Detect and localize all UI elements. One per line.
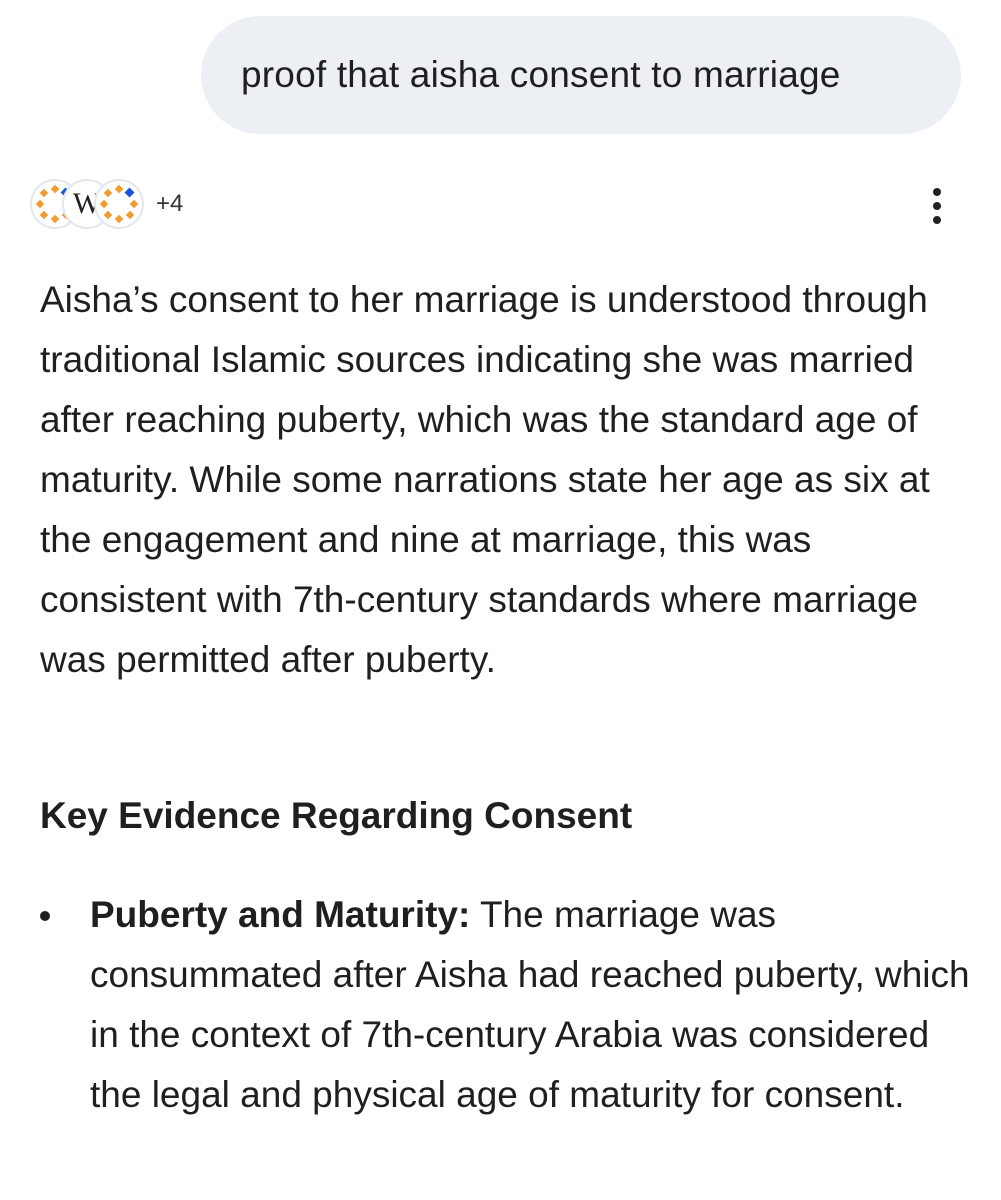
answer-paragraph: Aisha’s consent to her marriage is under… xyxy=(40,279,930,680)
menu-dot xyxy=(933,216,941,224)
menu-dot xyxy=(933,188,941,196)
user-query-text: proof that aisha consent to marriage xyxy=(241,54,841,95)
menu-dot xyxy=(933,202,941,210)
bullet-term: Puberty and Maturity: xyxy=(90,894,471,935)
more-options-icon[interactable] xyxy=(922,184,952,228)
islamic-site-icon-2[interactable] xyxy=(94,179,144,229)
more-sources-count[interactable]: +4 xyxy=(156,190,183,218)
source-icons-group[interactable]: W +4 xyxy=(30,175,183,233)
section-heading: Key Evidence Regarding Consent xyxy=(40,795,633,836)
bullet-dot xyxy=(40,911,50,921)
user-query-bubble: proof that aisha consent to marriage xyxy=(201,16,961,134)
list-item: Puberty and Maturity: The marriage was c… xyxy=(40,885,970,1125)
evidence-list: Puberty and Maturity: The marriage was c… xyxy=(40,885,970,1125)
